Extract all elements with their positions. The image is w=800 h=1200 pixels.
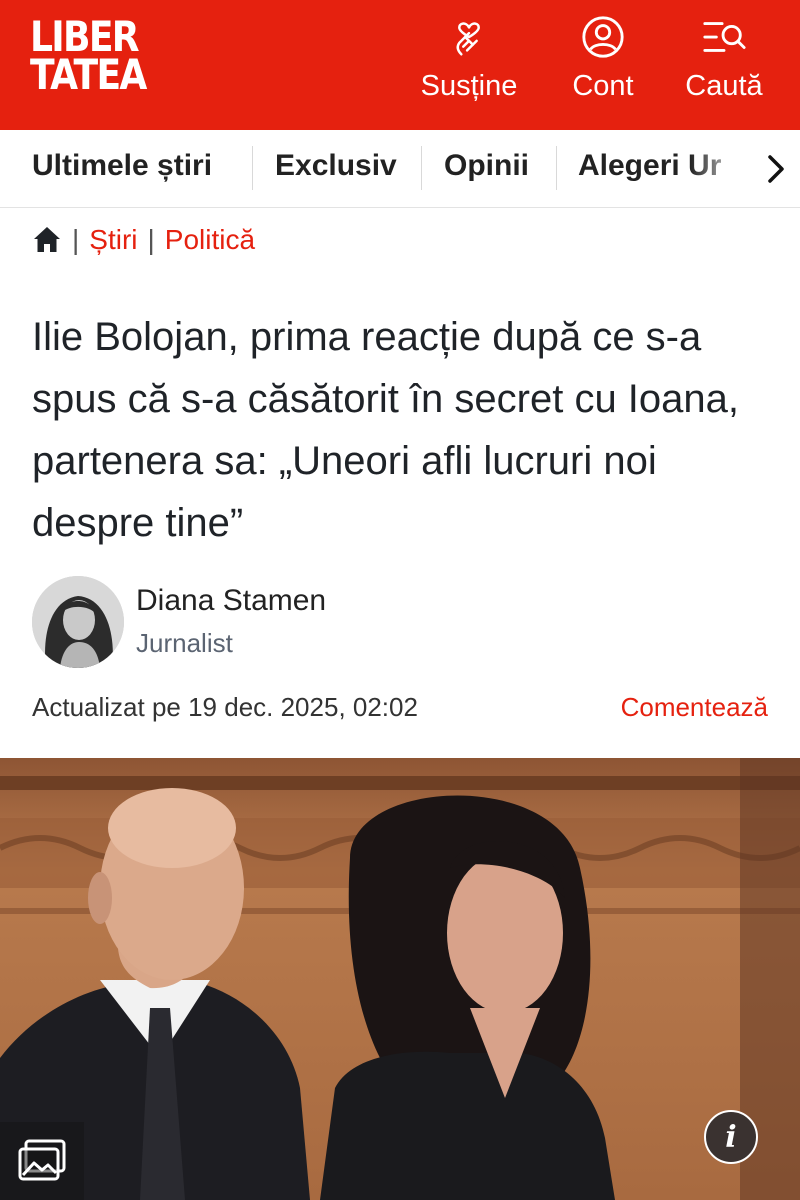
photo-illustration	[0, 758, 800, 1200]
info-icon: i	[725, 1119, 737, 1155]
nav-item-latest[interactable]: Ultimele știri	[32, 130, 212, 207]
article-photo	[0, 758, 800, 1200]
article-title: Ilie Bolojan, prima reacție după ce s-a …	[32, 315, 740, 545]
breadcrumb-separator: |	[72, 224, 80, 255]
author-avatar[interactable]	[32, 576, 124, 668]
hand-heart-icon	[456, 22, 480, 56]
section-nav: Ultimele știri Exclusiv Opinii Alegeri U…	[0, 130, 800, 208]
breadcrumb: | Știri | Politică	[32, 222, 255, 258]
photo-info-button[interactable]: i	[704, 1110, 758, 1164]
search-label: Caută	[685, 70, 763, 102]
breadcrumb-separator: |	[147, 224, 155, 255]
chevron-right-icon	[768, 155, 784, 183]
author-name[interactable]: Diana Stamen	[136, 584, 326, 618]
search-menu-icon	[703, 22, 746, 52]
search-button[interactable]: Caută	[676, 14, 772, 114]
logo-line-2: TATEA	[30, 50, 147, 99]
account-label: Cont	[572, 70, 634, 102]
gallery-button[interactable]	[0, 1122, 84, 1200]
home-icon[interactable]	[32, 225, 62, 255]
comment-link[interactable]: Comentează	[621, 692, 768, 723]
nav-divider	[421, 146, 422, 190]
nav-item-exclusive[interactable]: Exclusiv	[275, 130, 397, 207]
image-gallery-icon	[18, 1139, 66, 1181]
nav-item-opinions[interactable]: Opinii	[444, 130, 529, 207]
nav-next-button[interactable]	[752, 130, 800, 207]
nav-divider	[556, 146, 557, 190]
site-logo[interactable]: LIBER TATEA	[30, 16, 147, 99]
nav-fade	[690, 130, 760, 207]
support-label: Susține	[420, 70, 518, 102]
author-portrait	[32, 576, 124, 668]
author-role: Jurnalist	[136, 628, 233, 658]
nav-divider	[252, 146, 253, 190]
breadcrumb-news[interactable]: Știri	[89, 224, 137, 256]
updated-timestamp: Actualizat pe 19 dec. 2025, 02:02	[32, 692, 418, 722]
breadcrumb-politics[interactable]: Politică	[165, 224, 255, 256]
account-button[interactable]: Cont	[560, 14, 646, 114]
site-header: LIBER TATEA Susține Cont Caută	[0, 0, 800, 130]
user-circle-icon	[582, 16, 624, 58]
support-button[interactable]: Susține	[410, 14, 528, 114]
